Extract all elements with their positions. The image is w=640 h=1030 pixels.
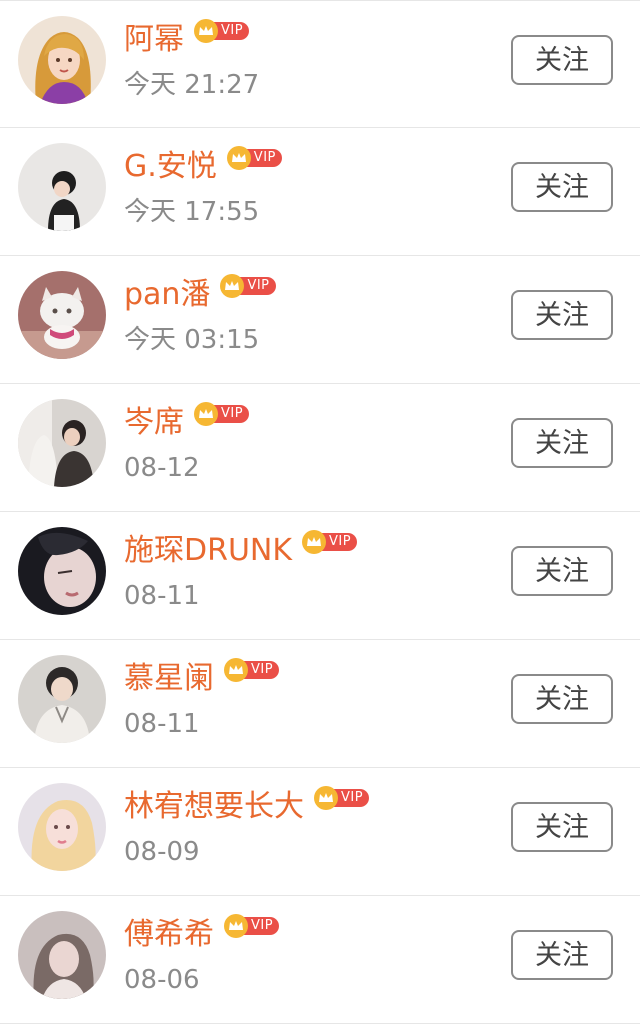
follow-button[interactable]: 关注 <box>511 35 613 85</box>
avatar[interactable] <box>18 271 106 359</box>
follow-button[interactable]: 关注 <box>511 930 613 980</box>
follow-button[interactable]: 关注 <box>511 546 613 596</box>
user-name[interactable]: 傅希希 <box>124 914 214 956</box>
vip-badge: VIP <box>224 658 280 682</box>
follow-button[interactable]: 关注 <box>511 418 613 468</box>
follow-button[interactable]: 关注 <box>511 290 613 340</box>
crown-icon <box>302 530 327 554</box>
name-line: 林宥想要长大 VIP <box>124 786 370 828</box>
avatar[interactable] <box>18 16 106 104</box>
user-name[interactable]: 施琛DRUNK <box>124 530 292 572</box>
name-line: 岑席 VIP <box>124 402 250 444</box>
user-name[interactable]: G.安悦 <box>124 146 217 188</box>
user-name[interactable]: pan潘 <box>124 274 210 316</box>
name-line: 傅希希 VIP <box>124 914 280 956</box>
avatar[interactable] <box>18 655 106 743</box>
follow-button[interactable]: 关注 <box>511 802 613 852</box>
crown-icon <box>224 914 248 938</box>
user-name[interactable]: 慕星阑 <box>124 658 214 700</box>
list-item[interactable]: 慕星阑 VIP 08-11 关注 <box>0 640 640 768</box>
list-item[interactable]: 岑席 VIP 08-12 关注 <box>0 384 640 512</box>
visit-time: 08-11 <box>124 709 200 739</box>
vip-badge: VIP <box>314 786 370 810</box>
crown-icon <box>194 19 218 43</box>
visit-time: 今天 03:15 <box>124 325 260 355</box>
list-item[interactable]: 林宥想要长大 VIP 08-09 关注 <box>0 768 640 896</box>
vip-badge: VIP <box>194 19 250 43</box>
visit-time: 今天 21:27 <box>124 70 260 100</box>
vip-badge: VIP <box>302 530 358 554</box>
user-name[interactable]: 阿幂 <box>124 19 184 61</box>
avatar[interactable] <box>18 527 106 615</box>
list-item[interactable]: G.安悦 VIP 今天 17:55 关注 <box>0 128 640 256</box>
crown-icon <box>226 146 251 170</box>
vip-badge: VIP <box>226 146 282 170</box>
crown-icon <box>194 402 218 426</box>
list-item[interactable]: 阿幂 VIP 今天 21:27 关注 <box>0 0 640 128</box>
follow-button[interactable]: 关注 <box>511 162 613 212</box>
visit-time: 08-11 <box>124 581 200 611</box>
name-line: G.安悦 VIP <box>124 146 282 188</box>
follow-button[interactable]: 关注 <box>511 674 613 724</box>
name-line: 慕星阑 VIP <box>124 658 280 700</box>
avatar[interactable] <box>18 783 106 871</box>
visit-time: 08-09 <box>124 837 200 867</box>
list-item[interactable]: 傅希希 VIP 08-06 关注 <box>0 896 640 1024</box>
vip-badge: VIP <box>194 402 250 426</box>
name-line: pan潘 VIP <box>124 274 276 316</box>
name-line: 施琛DRUNK VIP <box>124 530 358 572</box>
name-line: 阿幂 VIP <box>124 19 250 61</box>
visit-time: 08-12 <box>124 453 200 483</box>
avatar[interactable] <box>18 911 106 999</box>
list-item[interactable]: pan潘 VIP 今天 03:15 关注 <box>0 256 640 384</box>
avatar[interactable] <box>18 399 106 487</box>
user-name[interactable]: 林宥想要长大 <box>124 786 304 828</box>
list-item[interactable]: 施琛DRUNK VIP 08-11 关注 <box>0 512 640 640</box>
follower-list: 阿幂 VIP 今天 21:27 关注 G.安悦 VIP 今天 17:55 关注 … <box>0 0 640 1024</box>
user-name[interactable]: 岑席 <box>124 402 184 444</box>
avatar[interactable] <box>18 143 106 231</box>
visit-time: 08-06 <box>124 965 200 995</box>
vip-badge: VIP <box>224 914 280 938</box>
crown-icon <box>224 658 248 682</box>
crown-icon <box>314 786 338 810</box>
vip-badge: VIP <box>220 274 276 298</box>
visit-time: 今天 17:55 <box>124 197 260 227</box>
